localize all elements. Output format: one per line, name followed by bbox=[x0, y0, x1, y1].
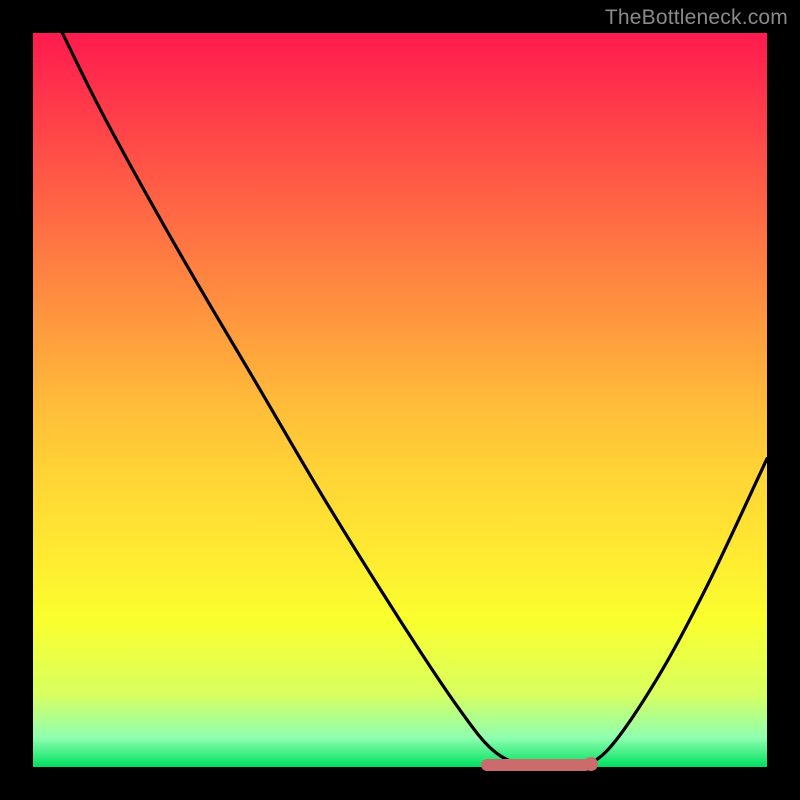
bottleneck-curve bbox=[33, 33, 767, 767]
optimal-range-marker bbox=[481, 759, 591, 771]
optimal-point-marker bbox=[584, 757, 598, 771]
watermark-text: TheBottleneck.com bbox=[605, 6, 788, 30]
chart-plot-area bbox=[33, 33, 767, 767]
